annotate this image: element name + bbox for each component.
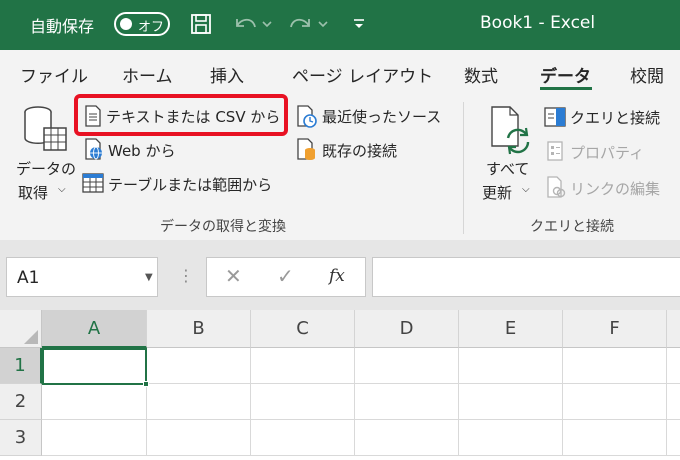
document-title: Book1 - Excel (480, 13, 596, 33)
title-bar: 自動保存 オフ Book1 - Excel (0, 0, 680, 50)
name-box[interactable]: A1 ▼ (6, 257, 158, 297)
chevron-down-icon: ⌵ (58, 184, 66, 195)
cancel-icon[interactable]: ✕ (225, 264, 242, 288)
column-header-f[interactable]: F (563, 310, 667, 348)
queries-connections-label: クエリと接続 (570, 109, 661, 127)
recent-sources-label: 最近使ったソース (322, 108, 442, 126)
chevron-down-icon[interactable]: ▼ (145, 272, 153, 283)
save-icon[interactable] (186, 10, 216, 38)
edit-links-label: リンクの編集 (570, 180, 661, 198)
refresh-all-label-2: 更新 (482, 184, 513, 202)
worksheet-grid: A B C D E F 1 2 3 (0, 310, 680, 460)
refresh-icon (491, 106, 530, 155)
from-web-label: Web から (108, 142, 176, 160)
name-box-value: A1 (17, 268, 40, 288)
toggle-knob (120, 18, 132, 30)
autosave-toggle[interactable]: オフ (114, 12, 170, 36)
get-data-label-2: 取得 (18, 184, 49, 202)
select-all-triangle (24, 330, 38, 344)
refresh-all-label-1: すべて (486, 160, 530, 178)
get-data-label-1: データの (16, 160, 77, 178)
tab-page-layout[interactable]: ページ レイアウト (292, 62, 433, 87)
queries-icon (544, 107, 566, 127)
splitter-icon[interactable]: ⋮ (178, 266, 194, 285)
cell-a2[interactable] (42, 384, 147, 420)
customize-qat-icon[interactable] (348, 10, 370, 38)
redo-icon[interactable] (286, 10, 332, 38)
column-header-e[interactable]: E (459, 310, 563, 348)
cell-b1[interactable] (147, 348, 251, 384)
column-header-b[interactable]: B (147, 310, 251, 348)
edit-links-icon (547, 176, 566, 198)
cell-c2[interactable] (251, 384, 355, 420)
tab-data[interactable]: データ (540, 62, 591, 87)
group-separator (463, 102, 464, 234)
cell-e3[interactable] (459, 420, 563, 456)
tab-formulas[interactable]: 数式 (464, 62, 498, 87)
chevron-down-icon: ⌵ (522, 184, 530, 195)
cell-a3[interactable] (42, 420, 147, 456)
active-cell-border (42, 348, 147, 385)
column-header-a[interactable]: A (42, 310, 147, 348)
column-header-c[interactable]: C (251, 310, 355, 348)
select-all-button[interactable] (0, 310, 42, 348)
fill-handle[interactable] (143, 381, 149, 387)
undo-icon[interactable] (230, 10, 276, 38)
cell-d1[interactable] (355, 348, 459, 384)
cell-g1[interactable] (667, 348, 680, 384)
cell-g3[interactable] (667, 420, 680, 456)
cell-f3[interactable] (563, 420, 667, 456)
cell-c1[interactable] (251, 348, 355, 384)
database-icon (24, 106, 67, 151)
group-label-queries: クエリと接続 (530, 219, 614, 235)
cell-f1[interactable] (563, 348, 667, 384)
cell-g2[interactable] (667, 384, 680, 420)
cell-f2[interactable] (563, 384, 667, 420)
highlight-box (74, 94, 288, 136)
autosave-label: 自動保存 (30, 17, 95, 36)
cell-e1[interactable] (459, 348, 563, 384)
recent-sources-icon (297, 105, 317, 128)
tab-review[interactable]: 校閲 (630, 62, 664, 87)
cell-e2[interactable] (459, 384, 563, 420)
ribbon-gap (0, 240, 680, 252)
formula-buttons: ✕ ✓ fx (206, 257, 366, 297)
formula-bar: A1 ▼ ⋮ ✕ ✓ fx (0, 252, 680, 310)
cell-b3[interactable] (147, 420, 251, 456)
tab-file[interactable]: ファイル (20, 62, 88, 87)
existing-connections-icon (297, 138, 315, 160)
properties-icon (547, 141, 563, 161)
enter-icon[interactable]: ✓ (277, 264, 294, 288)
row-header-1[interactable]: 1 (0, 348, 42, 384)
cell-d3[interactable] (355, 420, 459, 456)
properties-label: プロパティ (570, 144, 645, 162)
row-header-2[interactable]: 2 (0, 384, 42, 420)
formula-input[interactable] (372, 257, 680, 297)
insert-function-icon[interactable]: fx (329, 266, 345, 286)
tab-home[interactable]: ホーム (122, 62, 173, 87)
ribbon-tabs: ファイル ホーム 挿入 ページ レイアウト 数式 データ 校閲 (0, 50, 680, 96)
autosave-state: オフ (138, 20, 165, 35)
table-icon (82, 173, 104, 193)
row-header-3[interactable]: 3 (0, 420, 42, 456)
column-header-g[interactable] (667, 310, 680, 348)
column-header-d[interactable]: D (355, 310, 459, 348)
group-label-get-transform: データの取得と変換 (160, 219, 286, 235)
active-tab-indicator (540, 87, 592, 90)
existing-connections-label: 既存の接続 (322, 142, 398, 160)
cell-b2[interactable] (147, 384, 251, 420)
from-table-label: テーブルまたは範囲から (108, 176, 273, 194)
web-icon (85, 138, 102, 160)
cell-d2[interactable] (355, 384, 459, 420)
tab-insert[interactable]: 挿入 (210, 62, 244, 87)
cell-c3[interactable] (251, 420, 355, 456)
